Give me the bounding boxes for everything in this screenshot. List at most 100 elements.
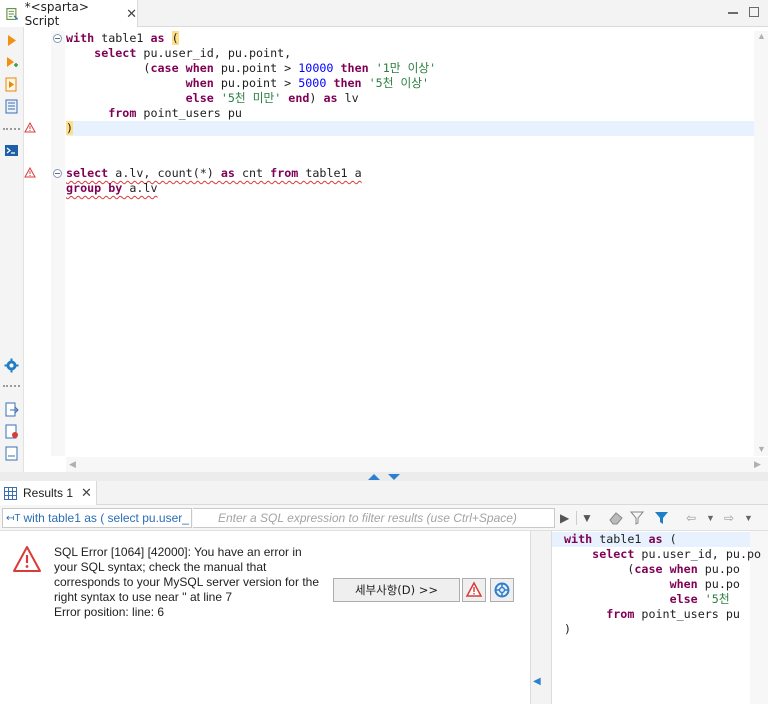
forward-dropdown-icon[interactable]: ▼ (744, 511, 753, 525)
error-help-button[interactable] (490, 578, 514, 602)
scroll-up-icon[interactable]: ▲ (757, 31, 766, 41)
error-line: SQL Error [1064] [42000]: You have an er… (54, 545, 302, 559)
sql-file-icon[interactable] (4, 446, 19, 461)
filter-icon[interactable] (654, 511, 670, 525)
minimize-icon[interactable] (728, 7, 738, 14)
query-preview-panel: with table1 as ( select pu.user_id, pu.p… (552, 531, 768, 704)
explain-plan-icon[interactable] (4, 99, 19, 114)
code-token: lv (337, 91, 359, 105)
code-token: pu.user_id, pu.po (634, 547, 762, 561)
filter-history-dropdown-icon[interactable]: ▼ (576, 511, 593, 525)
code-token: 10000 (298, 61, 334, 75)
code-token: from (606, 607, 635, 621)
code-token: else (669, 592, 698, 606)
results-tab-title: Results 1 (23, 486, 74, 500)
code-token: '5천 이상' (368, 76, 430, 90)
code-token: with (564, 532, 593, 546)
new-script-icon[interactable] (4, 424, 19, 439)
results-tab[interactable]: Results 1 ✕ (0, 481, 97, 505)
script-tab[interactable]: *<sparta> Script ✕ (0, 0, 138, 28)
erase-filter-icon[interactable] (608, 511, 624, 525)
execute-in-new-tab-icon[interactable] (4, 55, 19, 70)
error-panel: SQL Error [1064] [42000]: You have an er… (0, 531, 530, 704)
code-token: ) (564, 622, 572, 636)
close-icon[interactable]: ✕ (126, 6, 137, 22)
code-line: from point_users pu (66, 106, 242, 121)
code-token: when (185, 61, 214, 75)
query-text-field[interactable]: ↤T with table1 as ( select pu.user_ (2, 508, 192, 528)
details-button[interactable]: 세부사항(D) >> (333, 578, 460, 602)
code-token: '5천 미만' (220, 91, 282, 105)
filter-settings-icon[interactable] (630, 511, 646, 525)
maximize-icon[interactable] (749, 7, 759, 17)
forward-arrow-icon[interactable]: ⇨ (724, 511, 734, 525)
gear-icon[interactable] (4, 358, 19, 373)
back-arrow-icon[interactable]: ⇦ (686, 511, 696, 525)
code-token: when (669, 577, 698, 591)
execute-statement-icon[interactable] (4, 33, 19, 48)
preview-code-line: else '5천 (564, 592, 730, 607)
fold-toggle-icon[interactable] (53, 169, 62, 178)
sql-editor[interactable]: with table1 as ( select pu.user_id, pu.p… (24, 27, 768, 472)
error-warning-icon (13, 546, 41, 572)
error-marker-icon[interactable] (24, 167, 36, 178)
code-token: then (333, 76, 362, 90)
code-token: ( (662, 532, 677, 546)
scroll-down-icon[interactable]: ▼ (757, 444, 766, 454)
code-token: table1 (592, 532, 649, 546)
console-icon[interactable] (4, 143, 19, 158)
maximize-restore-icon[interactable] (366, 473, 402, 481)
code-line: with table1 as ( (66, 31, 179, 46)
results-grid-icon (4, 486, 17, 500)
show-error-log-button[interactable] (462, 578, 486, 602)
code-token: select (592, 547, 635, 561)
code-token: ( (66, 61, 151, 75)
text-cursor-icon: ↤T (6, 512, 21, 524)
scroll-left-icon[interactable]: ◀ (69, 459, 76, 470)
code-token: pu.point > (213, 61, 299, 75)
editor-tab-strip: *<sparta> Script ✕ (0, 0, 768, 28)
code-token: when (185, 76, 214, 90)
code-token: table1 (94, 31, 151, 45)
code-token: end (288, 91, 310, 105)
apply-filter-icon[interactable]: ▶ (560, 511, 569, 525)
collapse-panel-icon[interactable]: ◀ (533, 676, 541, 687)
preview-code-line: from point_users pu (564, 607, 740, 622)
code-token: with (66, 31, 95, 45)
panel-splitter[interactable] (0, 472, 768, 481)
error-position: Error position: line: 6 (54, 605, 165, 619)
scroll-right-icon[interactable]: ▶ (754, 459, 761, 470)
code-token: select (94, 46, 137, 60)
code-token: from (108, 106, 137, 120)
code-token: ( (564, 562, 635, 576)
fold-toggle-icon[interactable] (53, 34, 62, 43)
preview-code-line: (case when pu.po (564, 562, 740, 577)
folding-ruler (51, 31, 65, 456)
execute-script-icon[interactable] (4, 77, 19, 92)
error-line: your SQL syntax; check the manual that (54, 560, 267, 574)
editor-vertical-scrollbar[interactable]: ▲ ▼ (754, 31, 768, 456)
code-token: ) (309, 91, 324, 105)
back-dropdown-icon[interactable]: ▼ (706, 511, 715, 525)
code-token: '5천 (704, 592, 730, 606)
error-line: right syntax to use near '' at line 7 (54, 590, 233, 604)
toolbar-separator (3, 385, 20, 387)
preview-code-line: select pu.user_id, pu.po (564, 547, 761, 562)
code-text-area[interactable]: with table1 as ( select pu.user_id, pu.p… (66, 31, 754, 456)
close-icon[interactable]: ✕ (81, 485, 92, 501)
error-marker-icon[interactable] (24, 122, 36, 133)
filter-expression-input[interactable]: Enter a SQL expression to filter results… (193, 508, 555, 528)
editor-horizontal-scrollbar[interactable]: ◀ ▶ (66, 457, 768, 472)
results-side-divider[interactable]: ◀ (530, 531, 552, 704)
export-icon[interactable] (4, 402, 19, 417)
